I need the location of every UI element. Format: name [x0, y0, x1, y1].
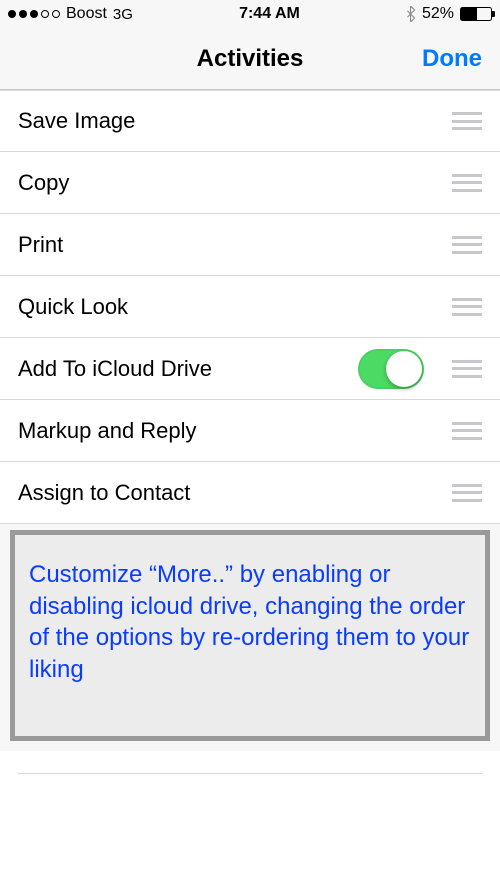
carrier-label: Boost [66, 5, 107, 23]
battery-icon [460, 7, 492, 21]
status-right: 52% [406, 5, 492, 23]
battery-percent: 52% [422, 5, 454, 23]
status-bar: Boost 3G 7:44 AM 52% [0, 0, 500, 28]
done-button[interactable]: Done [422, 45, 482, 73]
row-label: Print [18, 232, 452, 258]
row-save-image[interactable]: Save Image [0, 90, 500, 152]
page-title: Activities [197, 45, 304, 73]
row-print[interactable]: Print [0, 214, 500, 276]
row-label: Save Image [18, 108, 452, 134]
reorder-handle-icon[interactable] [452, 484, 482, 502]
reorder-handle-icon[interactable] [452, 236, 482, 254]
battery-fill [461, 8, 477, 20]
bluetooth-icon [406, 6, 416, 22]
annotation-wrap: Customize “More..” by enabling or disabl… [0, 524, 500, 751]
screen: Boost 3G 7:44 AM 52% Activities Done Sav… [0, 0, 500, 888]
row-quick-look[interactable]: Quick Look [0, 276, 500, 338]
signal-strength-icon [8, 10, 60, 18]
status-time: 7:44 AM [239, 5, 300, 23]
reorder-handle-icon[interactable] [452, 174, 482, 192]
row-label: Add To iCloud Drive [18, 356, 358, 382]
reorder-handle-icon[interactable] [452, 422, 482, 440]
row-label: Quick Look [18, 294, 452, 320]
annotation-box: Customize “More..” by enabling or disabl… [10, 530, 490, 741]
reorder-handle-icon[interactable] [452, 298, 482, 316]
reorder-handle-icon[interactable] [452, 360, 482, 378]
row-label: Markup and Reply [18, 418, 452, 444]
blank-area [0, 751, 500, 888]
row-markup-and-reply[interactable]: Markup and Reply [0, 400, 500, 462]
annotation-text: Customize “More..” by enabling or disabl… [29, 559, 471, 686]
activities-list: Save Image Copy Print Quick Look Add To [0, 90, 500, 524]
row-assign-to-contact[interactable]: Assign to Contact [0, 462, 500, 524]
status-left: Boost 3G [8, 5, 133, 23]
row-label: Copy [18, 170, 452, 196]
icloud-drive-toggle[interactable] [358, 349, 424, 389]
row-copy[interactable]: Copy [0, 152, 500, 214]
row-label: Assign to Contact [18, 480, 452, 506]
nav-bar: Activities Done [0, 28, 500, 90]
row-add-to-icloud-drive[interactable]: Add To iCloud Drive [0, 338, 500, 400]
reorder-handle-icon[interactable] [452, 112, 482, 130]
network-label: 3G [113, 6, 133, 23]
